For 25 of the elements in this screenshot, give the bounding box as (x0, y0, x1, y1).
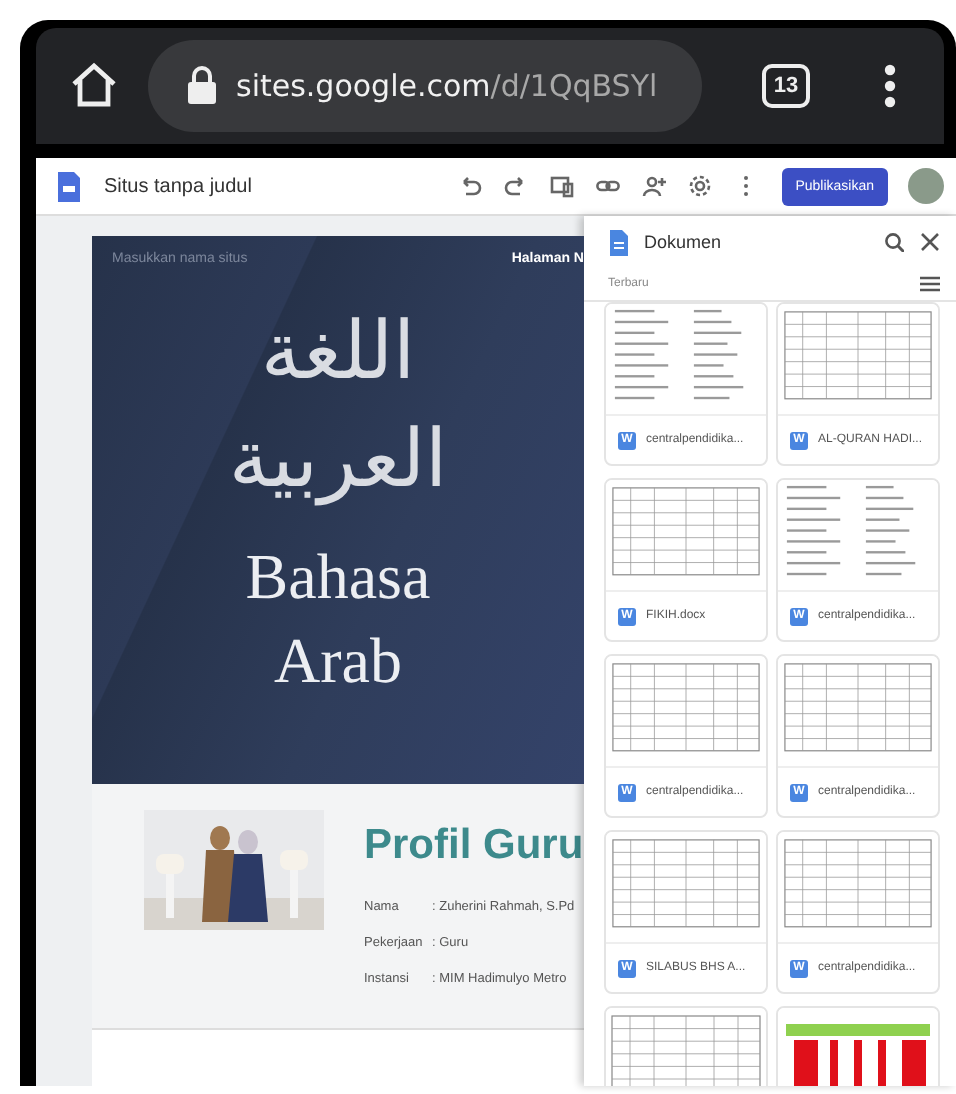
hero-title-line: Arab (274, 622, 402, 700)
tab-count-button[interactable]: 13 (762, 64, 810, 108)
site-title[interactable]: Situs tanpa judul (104, 175, 458, 197)
settings-icon[interactable] (687, 174, 712, 198)
close-icon[interactable] (920, 232, 940, 252)
search-icon[interactable] (884, 232, 904, 252)
add-person-icon[interactable] (641, 174, 666, 198)
menu-icon[interactable] (882, 62, 898, 110)
list-view-icon[interactable] (920, 276, 940, 292)
undo-icon[interactable] (457, 174, 482, 198)
document-icon (608, 229, 628, 255)
redo-icon[interactable] (503, 174, 528, 198)
url-host: sites.google.com (236, 68, 491, 104)
hero-title-line: اللغة (260, 304, 416, 402)
sites-logo-icon (56, 171, 80, 201)
preview-icon[interactable] (549, 174, 574, 198)
hero-title-line: العربية (228, 412, 448, 510)
url-path: /d/1QqBSYl (490, 68, 658, 104)
hero-title-line: Bahasa (245, 538, 431, 616)
home-icon[interactable] (68, 60, 120, 112)
lock-icon (184, 66, 220, 106)
address-bar[interactable]: sites.google.com/d/1QqBSYl (148, 40, 702, 132)
panel-title: Dokumen (644, 232, 724, 252)
avatar[interactable] (908, 168, 944, 204)
profile-heading: Profil Guru (364, 822, 584, 870)
